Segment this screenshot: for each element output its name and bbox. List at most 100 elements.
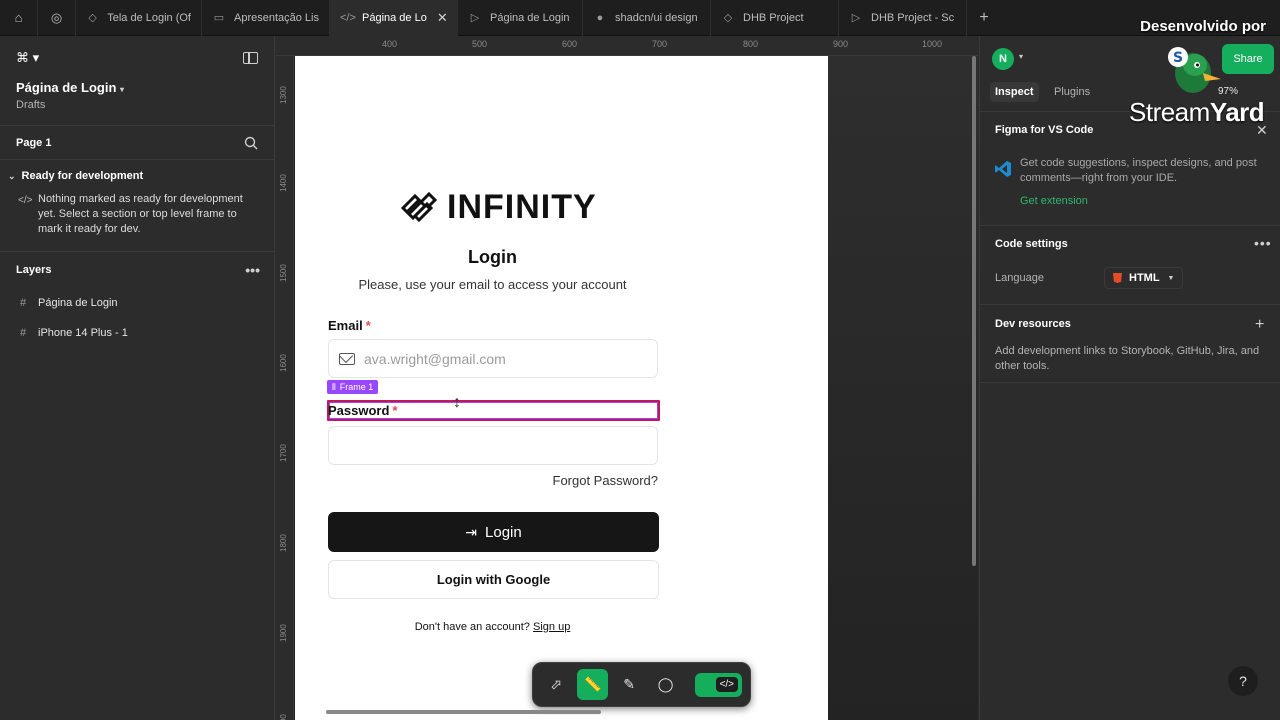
streamyard-duck-logo-icon: S [1168,47,1221,93]
section-title: Ready for development [21,170,144,182]
divider [980,382,1280,383]
tab-dhb-project-sc[interactable]: ▷ DHB Project - Sc [839,0,967,36]
vertical-ruler: 1300 1400 1500 1600 1700 1800 1900 2000 [276,56,294,720]
tab-label: shadcn/ui design [615,11,698,24]
dev-resources-title: Dev resources [995,318,1071,330]
page-selector[interactable]: Page 1 [0,126,274,160]
login-frame[interactable]: INFINITY Login Please, use your email to… [295,56,828,720]
ruler-tick: 1400 [279,174,288,192]
page-name: Page 1 [16,136,52,149]
annotate-tool-icon[interactable]: ✎ [614,669,644,700]
wordmark-light: Stream [1129,97,1210,127]
file-name-text: Página de Login [16,80,117,95]
layers-title: Layers [16,264,52,276]
tab-inspect[interactable]: Inspect [990,82,1039,102]
vscode-section-title: Figma for VS Code [995,124,1094,136]
email-field[interactable]: ava.wright@gmail.com [328,339,658,378]
ruler-tick: 800 [743,39,759,49]
close-icon[interactable]: ✕ [437,10,448,26]
ruler-tick: 900 [833,39,849,49]
brand-name: INFINITY [447,188,597,226]
login-button-label: Login [485,523,522,541]
vertical-scrollbar[interactable] [972,56,976,566]
more-options-icon[interactable]: ••• [245,262,260,278]
ruler-tick: 500 [472,39,488,49]
password-label-text: Password [328,403,390,418]
required-mark: * [392,403,398,418]
frame-selection-badge: ⫴ Frame 1 [327,380,379,394]
mail-icon [339,352,355,365]
divider [980,225,1280,226]
ready-for-dev-message: </> Nothing marked as ready for developm… [0,192,274,252]
ruler-tick: 1600 [279,354,288,372]
tab-plugins[interactable]: Plugins [1049,82,1095,102]
password-field[interactable] [328,426,658,465]
more-options-icon[interactable]: ••• [1254,235,1272,251]
avatar[interactable]: N [992,48,1014,70]
signup-prompt: Don't have an account? Sign up [295,621,690,633]
tab-label: DHB Project - Sc [871,11,955,24]
tab-pagina-de-login-prototype[interactable]: ▷ Página de Login [458,0,583,36]
home-icon[interactable]: ⌂ [0,0,38,36]
figma-menu-icon[interactable]: ⌘ ▾ [16,50,258,66]
new-tab-plus-icon[interactable]: + [967,0,1001,36]
horizontal-scrollbar[interactable] [326,710,601,714]
add-icon[interactable]: + [1255,316,1264,334]
language-select[interactable]: HTML ▼ [1104,267,1184,289]
dev-mode-toggle[interactable]: </> [694,672,743,697]
email-label-text: Email [328,318,363,333]
email-label: Email * [328,318,371,333]
html5-icon [1113,273,1122,283]
play-icon: ▷ [470,12,480,24]
language-value: HTML [1129,272,1160,284]
login-button[interactable]: ⇥ Login [328,512,659,552]
community-globe-icon[interactable]: ◎ [38,0,76,36]
search-icon[interactable] [244,136,258,150]
tab-pagina-de-login-dev[interactable]: </> Página de Lo ✕ [330,0,458,36]
help-button[interactable]: ? [1228,666,1258,696]
sidebar-toggle-icon[interactable] [243,52,258,64]
chevron-down-icon[interactable]: ▾ [1019,52,1023,61]
file-name[interactable]: Página de Login ▾ [16,80,124,95]
wordmark-bold: Yard [1209,97,1265,127]
language-label: Language [995,272,1044,284]
ruler-tick: 1900 [279,624,288,642]
vscode-description: Get code suggestions, inspect designs, a… [1020,157,1257,184]
get-extension-link[interactable]: Get extension [1020,195,1088,207]
comment-tool-icon[interactable]: ◯ [650,669,680,700]
design-canvas[interactable]: 400 500 600 700 800 900 1000 1300 1400 1… [276,36,978,720]
layer-item[interactable]: # Página de Login [0,288,274,318]
left-sidebar: ⌘ ▾ Página de Login ▾ Drafts Page 1 ⌄ Re… [0,36,275,720]
frame-icon: # [20,327,27,339]
password-label: Password * [328,403,397,418]
code-settings-title: Code settings [995,238,1068,250]
infinity-logo-icon [400,191,438,222]
move-tool-icon[interactable]: ⬀ [541,669,571,700]
developed-by-text: Desenvolvido por [1140,18,1266,35]
ready-for-dev-header[interactable]: ⌄ Ready for development [0,160,274,192]
resize-cursor-icon: ↕ [453,394,461,411]
tab-shadcn-ui[interactable]: ● shadcn/ui design [583,0,711,36]
ruler-tick: 1500 [279,264,288,282]
forgot-password-link[interactable]: Forgot Password? [553,473,659,488]
chevron-down-icon: ▾ [120,85,125,94]
tab-tela-de-login[interactable]: ◇ Tela de Login (Of [76,0,202,36]
login-title: Login [468,247,517,267]
right-inspect-panel: N ▾ Share 97% Inspect Plugins Figma for … [979,36,1280,720]
bottom-toolbar: ⬀ 📏 ✎ ◯ </> [532,662,751,707]
dev-resources-description: Add development links to Storybook, GitH… [995,345,1260,372]
figma-icon: ◇ [723,12,733,24]
streamyard-wordmark: StreamYard [1129,97,1265,128]
tab-apresentacao[interactable]: ▭ Apresentação Lis [202,0,330,36]
tab-dhb-project[interactable]: ◇ DHB Project [711,0,839,36]
layer-item[interactable]: # iPhone 14 Plus - 1 [0,318,274,348]
measure-tool-icon[interactable]: 📏 [577,669,608,700]
signup-link[interactable]: Sign up [533,621,570,633]
code-icon: </> [715,677,739,692]
chevron-down-icon: ▼ [1167,274,1175,282]
tab-label: Página de Lo [362,11,427,24]
ruler-tick: 600 [562,39,578,49]
login-google-button[interactable]: Login with Google [328,560,659,599]
adjacent-frame [828,56,978,720]
ruler-tick: 2000 [279,714,288,720]
